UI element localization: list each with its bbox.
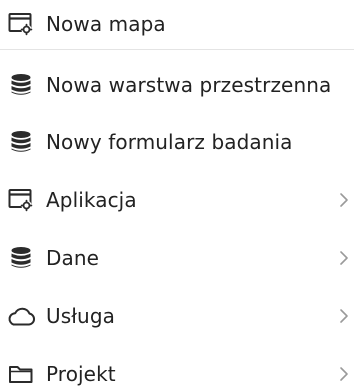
menu-item-label: Aplikacja	[46, 188, 137, 212]
chevron-right-icon	[336, 248, 352, 268]
menu-item-new-spatial-layer[interactable]: Nowa warstwa przestrzenna	[0, 63, 354, 107]
menu-item-label: Nowa mapa	[46, 12, 166, 36]
menu-item-new-map[interactable]: Nowa mapa	[0, 2, 354, 46]
chevron-right-icon	[336, 306, 352, 326]
database-icon	[6, 127, 36, 157]
menu-item-data[interactable]: Dane	[0, 236, 354, 280]
menu-divider	[0, 49, 354, 50]
cloud-icon	[6, 301, 36, 331]
menu-item-new-survey-form[interactable]: Nowy formularz badania	[0, 120, 354, 164]
map-window-icon	[6, 9, 36, 39]
menu-item-label: Nowa warstwa przestrzenna	[46, 73, 332, 97]
database-icon	[6, 243, 36, 273]
menu-item-label: Dane	[46, 246, 100, 270]
database-icon	[6, 70, 36, 100]
menu-item-label: Nowy formularz badania	[46, 130, 293, 154]
new-item-menu: Nowa mapa Nowa warstwa przestrzenna Nowy…	[0, 0, 354, 387]
menu-item-application[interactable]: Aplikacja	[0, 178, 354, 222]
app-window-icon	[6, 185, 36, 215]
folder-icon	[6, 359, 36, 387]
menu-item-project[interactable]: Projekt	[0, 352, 354, 387]
menu-item-label: Projekt	[46, 362, 116, 386]
menu-item-service[interactable]: Usługa	[0, 294, 354, 338]
menu-item-label: Usługa	[46, 304, 115, 328]
chevron-right-icon	[336, 190, 352, 210]
chevron-right-icon	[336, 364, 352, 384]
